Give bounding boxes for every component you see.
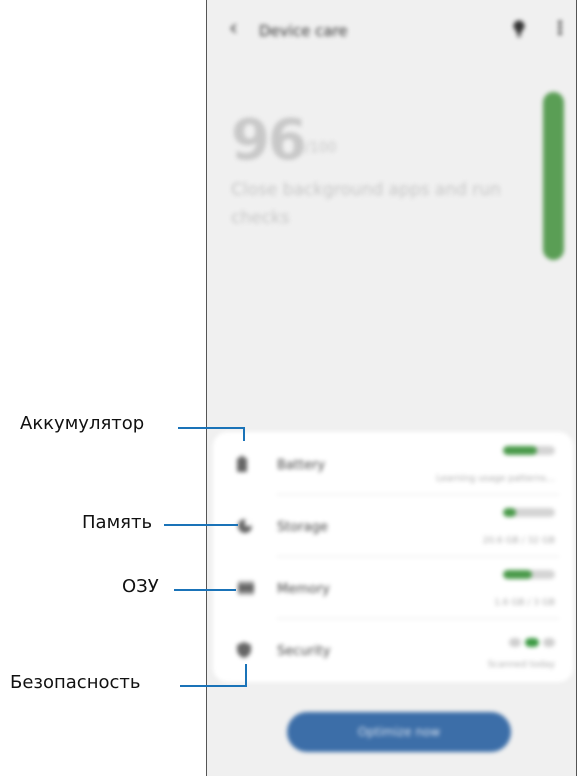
memory-chip-icon bbox=[237, 580, 255, 599]
battery-status: Learning usage patterns… bbox=[436, 474, 555, 484]
callout-memory-label: ОЗУ bbox=[122, 576, 159, 597]
callout-security-label: Безопасность bbox=[10, 672, 141, 693]
shield-icon bbox=[237, 642, 251, 662]
chevron-left-icon[interactable]: ‹ bbox=[229, 18, 238, 40]
security-status: Scanned today bbox=[487, 660, 555, 670]
battery-row[interactable]: Battery Learning usage patterns… bbox=[213, 434, 573, 496]
storage-pie-icon bbox=[237, 518, 253, 538]
lightbulb-icon[interactable] bbox=[513, 20, 525, 42]
callout-battery-label: Аккумулятор bbox=[20, 413, 145, 434]
security-label: Security bbox=[277, 644, 331, 659]
memory-status: 1.6 GB / 3 GB bbox=[494, 598, 555, 608]
memory-row[interactable]: Memory 1.6 GB / 3 GB bbox=[213, 558, 573, 620]
security-row[interactable]: Security Scanned today bbox=[213, 620, 573, 682]
score-unit: /100 bbox=[305, 140, 337, 156]
score-value: 96 bbox=[231, 108, 307, 173]
callout-battery-line bbox=[243, 427, 245, 441]
callout-memory-line bbox=[174, 589, 236, 591]
more-vertical-icon[interactable]: ⋮ bbox=[551, 20, 569, 38]
callout-battery-line bbox=[178, 427, 245, 429]
device-care-card: Battery Learning usage patterns… Storage… bbox=[213, 432, 573, 682]
device-care-screen: ‹ Device care ⋮ 96 /100 Close background… bbox=[206, 0, 577, 776]
divider bbox=[277, 556, 559, 557]
storage-row[interactable]: Storage 20.6 GB / 32 GB bbox=[213, 496, 573, 558]
storage-status: 20.6 GB / 32 GB bbox=[482, 536, 555, 546]
battery-icon bbox=[237, 456, 247, 476]
callout-storage-line bbox=[164, 524, 238, 526]
callout-security-line bbox=[180, 685, 247, 687]
divider bbox=[277, 494, 559, 495]
battery-level-bar bbox=[503, 446, 555, 455]
storage-level-bar bbox=[503, 508, 555, 517]
battery-label: Battery bbox=[277, 458, 326, 473]
callout-security-line bbox=[245, 664, 247, 687]
score-description: Close background apps and run checks bbox=[231, 180, 501, 228]
app-header: ‹ Device care ⋮ bbox=[207, 0, 576, 64]
memory-level-bar bbox=[503, 570, 555, 579]
score-bar bbox=[543, 92, 564, 260]
security-status-dots bbox=[505, 632, 555, 651]
memory-label: Memory bbox=[277, 582, 330, 597]
storage-label: Storage bbox=[277, 520, 328, 535]
page-title: Device care bbox=[259, 22, 348, 40]
divider bbox=[277, 618, 559, 619]
optimize-now-button[interactable]: Optimize now bbox=[287, 712, 511, 752]
callout-storage-label: Память bbox=[82, 512, 153, 533]
